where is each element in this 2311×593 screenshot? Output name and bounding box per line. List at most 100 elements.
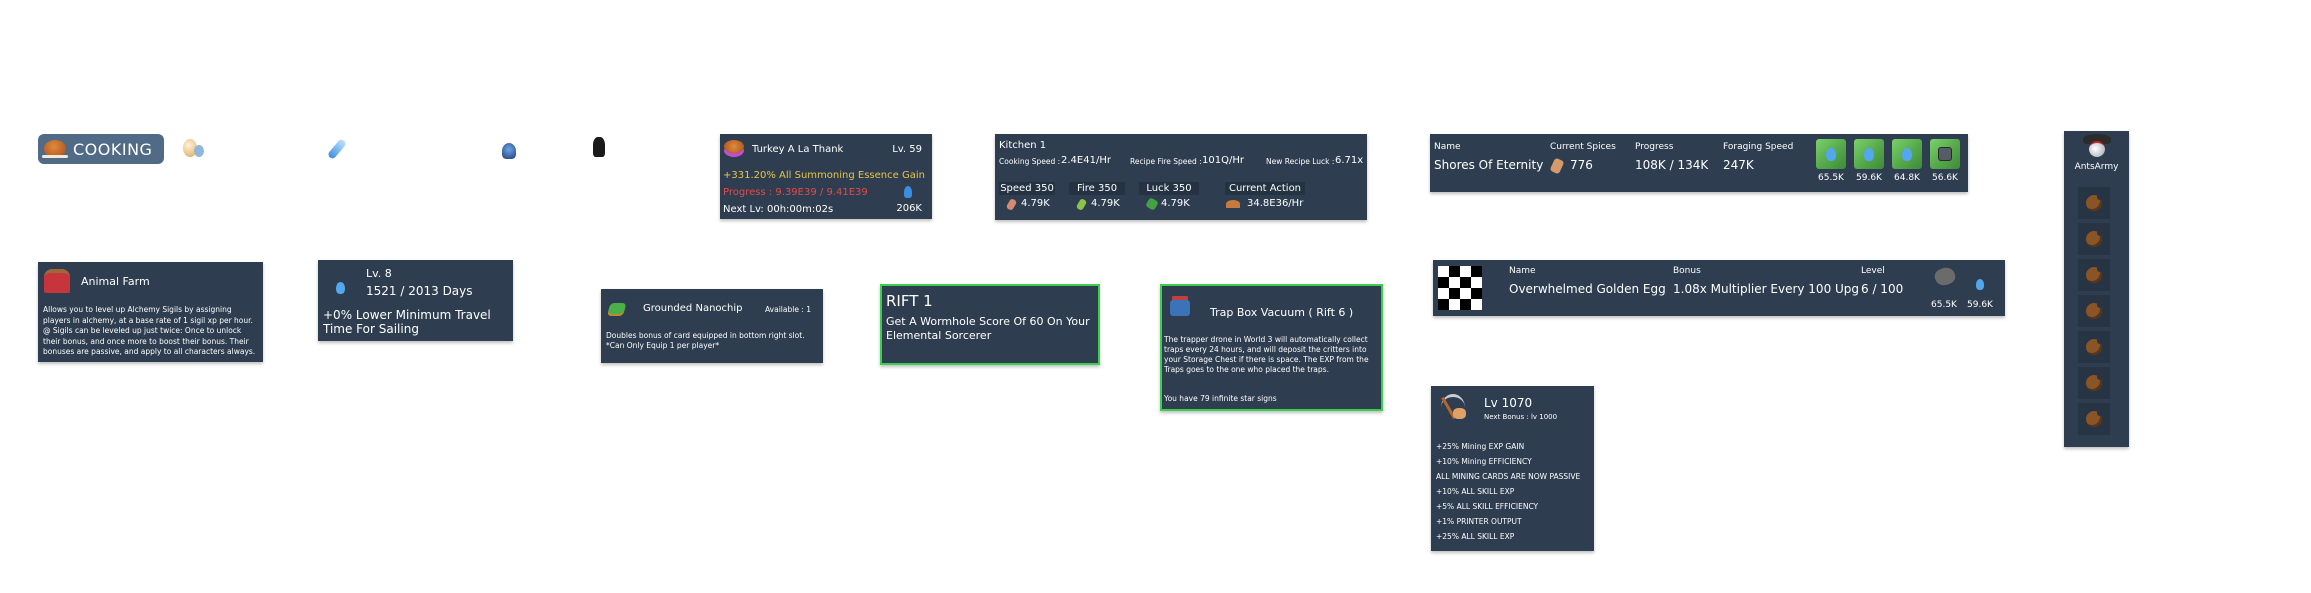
blue-bird-icon — [1976, 279, 1984, 290]
mining-next-bonus: Next Bonus : lv 1000 — [1484, 413, 1558, 421]
foraging-speed: 247K — [1723, 158, 1754, 172]
rift-tooltip: RIFT 1 Get A Wormhole Score Of 60 On You… — [880, 284, 1100, 365]
egg-level-label: Level — [1861, 266, 1885, 276]
skill-badge-label: COOKING — [73, 140, 153, 159]
current-spices-label: Current Spices — [1550, 142, 1616, 152]
fire-upgrade-cost: 4.79K — [1091, 198, 1120, 209]
character-name[interactable]: AntsArmy — [2064, 162, 2129, 172]
mining-bonus: +25% ALL SKILL EXP — [1436, 532, 1515, 541]
egg-level: 6 / 100 — [1861, 282, 1904, 296]
luck-label: New Recipe Luck : — [1266, 157, 1335, 166]
blue-bird-icon — [1902, 148, 1912, 161]
progress-label: Progress — [1635, 142, 1674, 152]
summoning-essence-icon — [904, 186, 912, 198]
sailing-tooltip: Lv. 8 1521 / 2013 Days +0% Lower Minimum… — [318, 260, 513, 341]
meal-next-level: Next Lv: 00h:00m:02s — [723, 204, 834, 215]
forager-slot[interactable]: 65.5K — [1814, 139, 1848, 187]
animal-farm-description: Allows you to level up Alchemy Sigils by… — [43, 305, 256, 356]
cookie-icon — [2086, 374, 2103, 391]
cookie-slot[interactable] — [2078, 367, 2110, 399]
foraging-speed-label: Foraging Speed — [1723, 142, 1794, 152]
meal-level: Lv. 59 — [892, 144, 922, 155]
luck-upgrade-label: Luck 350 — [1139, 182, 1199, 195]
cookie-icon — [2086, 230, 2103, 247]
hand-icon — [1453, 408, 1466, 419]
cookie-slot[interactable] — [2078, 403, 2110, 435]
speed-upgrade-label: Speed 350 — [999, 182, 1055, 195]
blue-capsule-icon[interactable] — [326, 138, 348, 160]
gray-robot-icon — [1938, 147, 1952, 161]
mining-bonus: ALL MINING CARDS ARE NOW PASSIVE — [1436, 472, 1581, 481]
checkerboard-icon — [1438, 266, 1482, 310]
mining-level: Lv 1070 — [1484, 396, 1533, 410]
cookie-icon — [2086, 338, 2103, 355]
green-herb-icon — [1145, 197, 1159, 211]
current-action-label: Current Action — [1225, 182, 1305, 195]
nanochip-tooltip: Grounded Nanochip Available : 1 Doubles … — [601, 289, 823, 363]
forager-slot[interactable]: 56.6K — [1928, 139, 1962, 187]
current-spices: 776 — [1570, 158, 1593, 172]
fire-upgrade-label: Fire 350 — [1069, 182, 1125, 195]
green-spice-icon — [1075, 197, 1088, 212]
cookie-slot[interactable] — [2078, 187, 2110, 219]
island-name: Shores Of Eternity — [1434, 158, 1544, 172]
forager-speed: 65.5K — [1818, 173, 1844, 183]
egg-bonus-label: Bonus — [1673, 266, 1701, 276]
egg-name-label: Name — [1509, 266, 1536, 276]
trap-box-title: Trap Box Vacuum ( Rift 6 ) — [1210, 306, 1354, 319]
cookie-icon — [2086, 410, 2103, 427]
mining-bonus: +10% Mining EFFICIENCY — [1436, 457, 1532, 466]
blue-bird-icon — [1826, 148, 1836, 161]
blue-bird-icon — [1864, 148, 1874, 161]
speed-upgrade-cost: 4.79K — [1021, 198, 1050, 209]
nanochip-available: Available : 1 — [764, 305, 811, 314]
island-name-label: Name — [1434, 142, 1461, 152]
star-signs-count: You have 79 infinite star signs — [1164, 394, 1277, 403]
egg-cost: 59.6K — [1963, 264, 1997, 312]
mining-bonus: +1% PRINTER OUTPUT — [1436, 517, 1522, 526]
mining-bonus: +10% ALL SKILL EXP — [1436, 487, 1515, 496]
cookie-icon — [2086, 266, 2103, 283]
meal-bonus: +331.20% All Summoning Essence Gain — [723, 170, 925, 181]
animal-farm-tooltip: Animal Farm Allows you to level up Alche… — [38, 262, 263, 362]
cookie-slot[interactable] — [2078, 223, 2110, 255]
spice-island-panel: Name Shores Of Eternity Current Spices 7… — [1430, 134, 1968, 192]
roast-turkey-icon — [44, 140, 66, 156]
trap-box-description: The trapper drone in World 3 will automa… — [1164, 335, 1369, 374]
animal-farm-title: Animal Farm — [81, 275, 150, 288]
golden-egg-panel: Name Overwhelmed Golden Egg Bonus 1.08x … — [1433, 260, 2005, 316]
trap-box-tooltip: Trap Box Vacuum ( Rift 6 ) The trapper d… — [1160, 284, 1383, 411]
egg-cost: 65.5K — [1927, 264, 1961, 312]
meal-tooltip: Turkey A La Thank Lv. 59 +331.20% All Su… — [720, 134, 932, 219]
fire-speed-label: Recipe Fire Speed : — [1130, 157, 1202, 166]
forager-speed: 59.6K — [1856, 173, 1882, 183]
meal-name: Turkey A La Thank — [752, 144, 844, 155]
skill-badge-cooking[interactable]: COOKING — [38, 134, 164, 164]
sailing-level: Lv. 8 — [366, 267, 392, 280]
egg-name: Overwhelmed Golden Egg — [1509, 282, 1666, 296]
mining-bonus-list: +25% Mining EXP GAIN +10% Mining EFFICIE… — [1436, 439, 1580, 544]
sailing-bonus: +0% Lower Minimum Travel Time For Sailin… — [323, 308, 491, 336]
spice-jar-icon — [1549, 157, 1565, 175]
forager-slot[interactable]: 59.6K — [1852, 139, 1886, 187]
kitchen-panel: Kitchen 1 Cooking Speed : 2.4E41/Hr Reci… — [995, 134, 1367, 220]
forager-slot[interactable]: 64.8K — [1890, 139, 1924, 187]
blue-crystal-icon[interactable] — [502, 143, 516, 159]
egg-bonus: 1.08x Multiplier Every 100 Upg — [1673, 282, 1860, 296]
black-obsidian-icon[interactable] — [593, 137, 605, 157]
cookie-slot[interactable] — [2078, 259, 2110, 291]
fire-speed-value: 101Q/Hr — [1202, 155, 1244, 166]
red-barn-icon — [44, 269, 70, 293]
luck-upgrade-cost: 4.79K — [1161, 198, 1190, 209]
rift-description: Get A Wormhole Score Of 60 On Your Eleme… — [886, 315, 1090, 342]
meal-cost: 206K — [896, 203, 922, 214]
rift-title: RIFT 1 — [886, 292, 933, 310]
cooking-speed-value: 2.4E41/Hr — [1061, 155, 1111, 166]
forager-speed: 56.6K — [1932, 173, 1958, 183]
cookie-slot[interactable] — [2078, 331, 2110, 363]
gray-rock-icon — [1932, 265, 1958, 288]
sailing-days: 1521 / 2013 Days — [366, 284, 473, 298]
luck-value: 6.71x — [1335, 155, 1364, 166]
character-column: AntsArmy — [2064, 131, 2129, 447]
cookie-slot[interactable] — [2078, 295, 2110, 327]
